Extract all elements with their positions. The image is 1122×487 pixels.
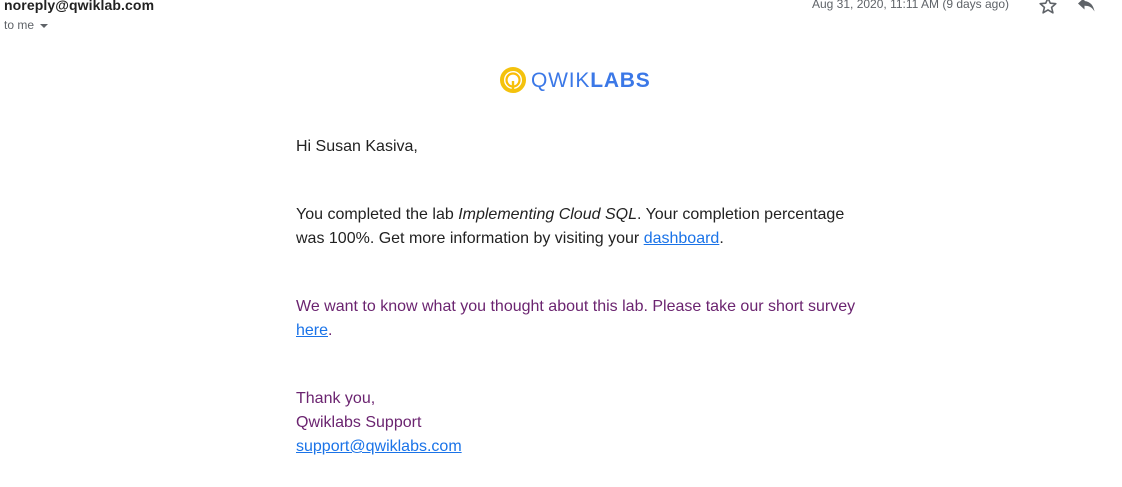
email-view: noreply@qwiklab.com to me Aug 31, 2020, …	[0, 0, 1122, 487]
dashboard-link[interactable]: dashboard	[644, 230, 720, 247]
caret-down-icon	[40, 23, 49, 28]
completion-text-end: .	[719, 230, 724, 247]
star-button[interactable]	[1036, 0, 1060, 16]
reply-button[interactable]	[1075, 0, 1099, 16]
lab-name: Implementing Cloud SQL	[458, 206, 637, 223]
support-email-link[interactable]: support@qwiklabs.com	[296, 438, 462, 455]
logo-wordmark: QWIKLABS	[531, 70, 651, 91]
signature-line: Qwiklabs Support	[296, 414, 422, 431]
completion-text-start: You completed the lab	[296, 206, 459, 223]
qwiklabs-logo: QWIKLABS	[499, 66, 651, 94]
sender-address: noreply@qwiklab.com	[4, 0, 155, 13]
greeting: Hi Susan Kasiva,	[296, 138, 418, 155]
email-date: Aug 31, 2020, 11:11 AM (9 days ago)	[812, 0, 1010, 11]
survey-text: We want to know what you thought about t…	[296, 298, 856, 315]
star-icon	[1039, 0, 1057, 14]
thanks-line: Thank you,	[296, 390, 376, 407]
logo-wordmark-bold: LABS	[590, 68, 651, 92]
signoff-block: Thank you, Qwiklabs Support support@qwik…	[296, 387, 856, 459]
survey-paragraph: We want to know what you thought about t…	[296, 295, 856, 343]
recipient-label: to me	[4, 18, 35, 32]
qwiklabs-logo-icon	[500, 67, 526, 93]
survey-text-end: .	[328, 322, 333, 339]
survey-link[interactable]: here	[296, 322, 328, 339]
completion-paragraph: You completed the lab Implementing Cloud…	[296, 203, 856, 251]
reply-icon	[1078, 0, 1095, 12]
recipient-details-toggle[interactable]: to me	[4, 18, 49, 32]
logo-wordmark-light: QWIK	[531, 68, 591, 92]
